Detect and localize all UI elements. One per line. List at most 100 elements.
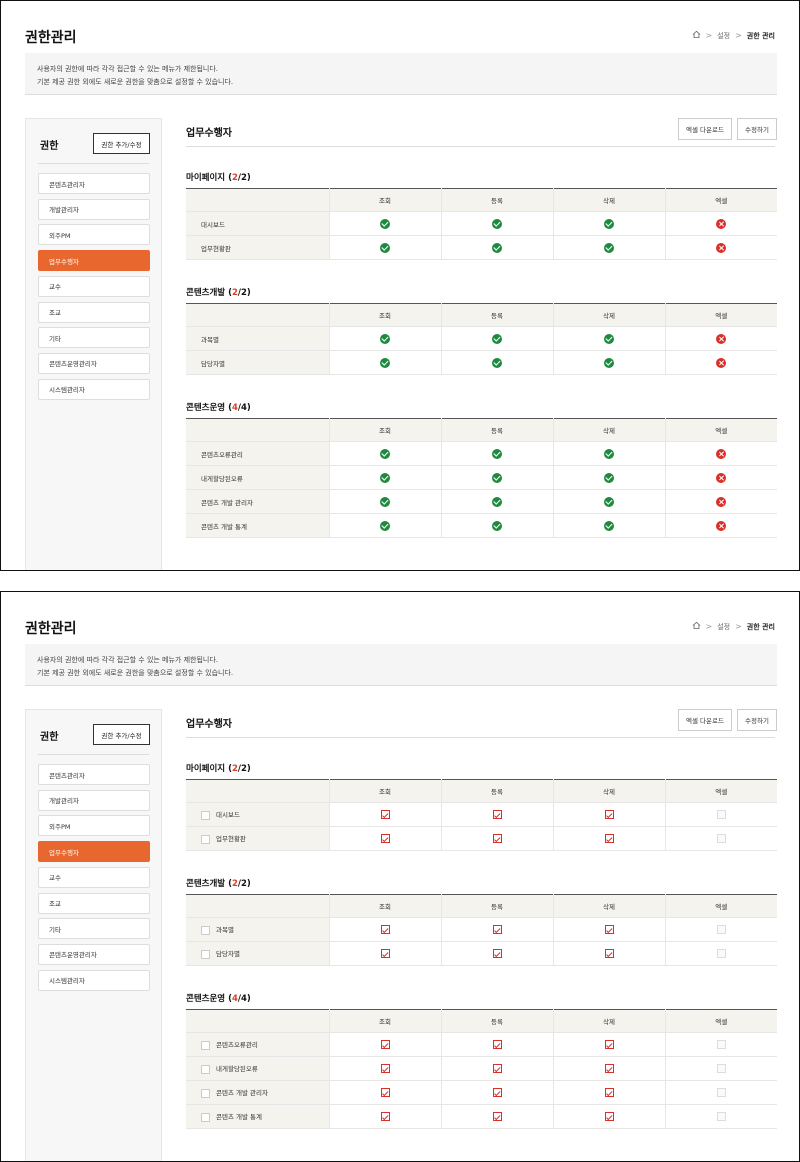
permission-checkbox[interactable]	[492, 1064, 502, 1073]
permission-checkbox[interactable]	[604, 834, 614, 843]
row-checkbox[interactable]	[201, 1112, 210, 1122]
permission-cell	[664, 917, 777, 942]
permission-checkbox[interactable]	[492, 834, 502, 843]
permission-checkbox[interactable]	[380, 1112, 390, 1121]
table-header-cell	[186, 779, 329, 803]
sidebar-item[interactable]: 시스템관리자	[38, 378, 150, 400]
sidebar-item[interactable]: 외주PM	[38, 224, 150, 246]
excel-permission-checkbox[interactable]	[716, 810, 726, 819]
check-circle-icon	[604, 520, 614, 531]
excel-permission-checkbox[interactable]	[716, 834, 726, 843]
permission-checkbox[interactable]	[380, 834, 390, 843]
sidebar-item[interactable]: 개발관리자	[38, 198, 150, 220]
excel-permission-checkbox[interactable]	[716, 1088, 726, 1097]
permission-checkbox[interactable]	[604, 925, 614, 934]
sidebar-item[interactable]: 교수	[38, 275, 150, 297]
menu-label: 콘텐츠 개발 통계	[216, 1113, 262, 1122]
breadcrumb: > 설정 > 권한 관리	[692, 30, 775, 41]
row-checkbox[interactable]	[201, 1040, 210, 1050]
permission-checkbox[interactable]	[604, 949, 614, 958]
check-circle-icon	[380, 520, 390, 531]
sidebar-item[interactable]: 콘텐츠관리자	[38, 173, 150, 194]
sidebar-item[interactable]: 콘텐츠관리자	[38, 764, 150, 785]
permission-checkbox[interactable]	[604, 810, 614, 819]
x-circle-icon	[716, 496, 727, 507]
section-title: 업무수행자	[186, 719, 232, 730]
menu-label: 담당자별	[216, 950, 240, 959]
excel-permission-checkbox[interactable]	[716, 925, 726, 934]
permission-checkbox[interactable]	[492, 1112, 502, 1121]
sidebar-item[interactable]: 콘텐츠운영관리자	[38, 352, 150, 374]
excel-permission-checkbox[interactable]	[716, 949, 726, 958]
sidebar-item[interactable]: 개발관리자	[38, 789, 150, 811]
permission-checkbox[interactable]	[380, 1040, 390, 1049]
permission-cell	[440, 326, 553, 351]
permission-cell	[328, 802, 441, 827]
breadcrumb-settings[interactable]: 설정	[717, 31, 730, 41]
row-checkbox[interactable]	[201, 834, 210, 844]
permission-checkbox[interactable]	[604, 1064, 614, 1073]
sidebar-item[interactable]: 시스템관리자	[38, 969, 150, 991]
permission-cell	[552, 513, 665, 538]
breadcrumb-settings[interactable]: 설정	[717, 622, 730, 632]
group-title: 콘텐츠운영 (4/4)	[186, 401, 777, 417]
info-line: 사용자의 권한에 따라 각각 접근할 수 있는 메뉴가 제한됩니다.	[37, 656, 219, 664]
excel-download-button[interactable]: 엑셀 다운로드	[678, 118, 732, 140]
permission-checkbox[interactable]	[492, 1040, 502, 1049]
edit-button[interactable]: 수정하기	[737, 118, 777, 140]
add-edit-role-button[interactable]: 권한 추가/수정	[93, 724, 150, 745]
permission-checkbox[interactable]	[604, 1088, 614, 1097]
check-circle-icon	[492, 496, 502, 507]
sidebar-item[interactable]: 외주PM	[38, 815, 150, 837]
chevron-right-icon: >	[705, 622, 713, 631]
table-row: 콘텐츠 개발 관리자	[186, 489, 777, 514]
permission-checkbox[interactable]	[604, 1112, 614, 1121]
check-circle-icon	[492, 357, 502, 368]
table-row: 대시보드	[186, 211, 777, 236]
row-checkbox[interactable]	[201, 949, 210, 959]
group-count-paren: )	[246, 879, 251, 889]
permission-checkbox[interactable]	[380, 949, 390, 958]
permission-checkbox[interactable]	[604, 1040, 614, 1049]
excel-permission-checkbox[interactable]	[716, 1112, 726, 1121]
sidebar-item[interactable]: 업무수행자	[38, 250, 150, 272]
permission-checkbox[interactable]	[380, 810, 390, 819]
permission-checkbox[interactable]	[380, 925, 390, 934]
excel-permission-checkbox[interactable]	[716, 1064, 726, 1073]
table-header-row: 조회 등록 삭제 엑셀	[186, 418, 777, 442]
row-checkbox[interactable]	[201, 1088, 210, 1098]
permission-cell	[552, 1032, 665, 1057]
permission-checkbox[interactable]	[492, 949, 502, 958]
sidebar-item[interactable]: 기타	[38, 918, 150, 940]
home-icon[interactable]	[692, 621, 701, 632]
excel-download-button[interactable]: 엑셀 다운로드	[678, 709, 732, 731]
check-circle-icon	[492, 520, 502, 531]
permission-table: 조회 등록 삭제 엑셀 콘텐츠오류관리 내게할당된오류 콘텐츠 개발 관리자 콘텐츠 개발 통…	[186, 418, 777, 538]
permission-checkbox[interactable]	[492, 925, 502, 934]
add-edit-role-button[interactable]: 권한 추가/수정	[93, 133, 150, 154]
sidebar-item[interactable]: 조교	[38, 892, 150, 914]
sidebar-item[interactable]: 기타	[38, 327, 150, 349]
group-title: 콘텐츠개발 (2/2)	[186, 877, 777, 893]
row-checkbox[interactable]	[201, 925, 210, 935]
permission-checkbox[interactable]	[380, 1088, 390, 1097]
sidebar-item[interactable]: 교수	[38, 866, 150, 888]
permission-cell	[328, 350, 441, 375]
permission-checkbox[interactable]	[492, 1088, 502, 1097]
check-circle-icon	[604, 242, 614, 253]
excel-permission-checkbox[interactable]	[716, 1040, 726, 1049]
edit-button[interactable]: 수정하기	[737, 709, 777, 731]
sidebar-item[interactable]: 조교	[38, 301, 150, 323]
sidebar-item[interactable]: 업무수행자	[38, 841, 150, 863]
group-title: 마이페이지 (2/2)	[186, 171, 777, 187]
sidebar-item[interactable]: 콘텐츠운영관리자	[38, 943, 150, 965]
table-header-cell: 삭제	[552, 303, 665, 327]
permission-checkbox[interactable]	[380, 1064, 390, 1073]
permission-checkbox[interactable]	[492, 810, 502, 819]
row-checkbox[interactable]	[201, 1064, 210, 1074]
home-icon[interactable]	[692, 30, 701, 41]
table-row: 콘텐츠 개발 관리자	[186, 1080, 777, 1105]
row-checkbox[interactable]	[201, 810, 210, 820]
info-line: 사용자의 권한에 따라 각각 접근할 수 있는 메뉴가 제한됩니다.	[37, 65, 219, 73]
permission-cell	[664, 826, 777, 851]
